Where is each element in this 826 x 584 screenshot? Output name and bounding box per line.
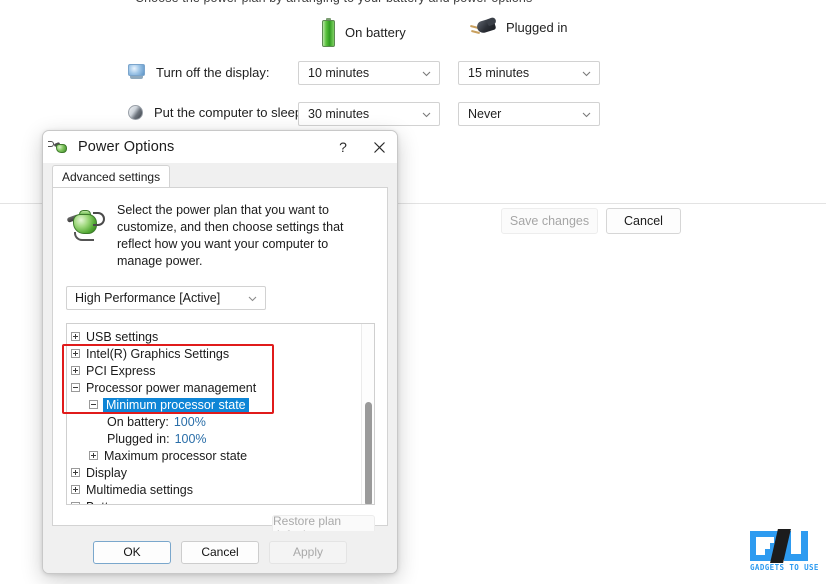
battery-icon (322, 18, 335, 47)
column-header-on-battery-label: On battery (345, 25, 406, 40)
tree-node-pci-express[interactable]: PCI Express (71, 362, 361, 379)
tree-node-value[interactable]: 100% (174, 415, 206, 429)
dialog-cancel-button[interactable]: Cancel (181, 541, 259, 564)
select-turn-off-display-on-battery[interactable]: 10 minutes (298, 61, 440, 85)
select-turn-off-display-plugged-in-value: 15 minutes (468, 66, 580, 80)
select-turn-off-display-on-battery-value: 10 minutes (308, 66, 420, 80)
dialog-footer: OK Cancel Apply (43, 531, 397, 573)
select-sleep-on-battery[interactable]: 30 minutes (298, 102, 440, 126)
dialog-intro: Select the power plan that you want to c… (53, 188, 387, 270)
tab-advanced-settings[interactable]: Advanced settings (52, 165, 170, 187)
tree-node-processor-power-management[interactable]: Processor power management (71, 379, 361, 396)
plug-icon (470, 18, 496, 36)
tree-node-label: Display (86, 466, 127, 480)
ok-button[interactable]: OK (93, 541, 171, 564)
tree-node-label: Maximum processor state (104, 449, 247, 463)
column-header-plugged-in: Plugged in (470, 18, 567, 36)
power-plan-icon (67, 204, 105, 242)
tree-node-min-state-on-battery[interactable]: On battery: 100% (71, 413, 361, 430)
tree-node-label: USB settings (86, 330, 158, 344)
tree-node-label: On battery: (107, 415, 169, 429)
select-turn-off-display-plugged-in[interactable]: 15 minutes (458, 61, 600, 85)
dialog-title-bar: Power Options ? (43, 131, 397, 163)
row-label-put-computer-to-sleep-text: Put the computer to sleep: (154, 105, 306, 120)
dialog-tab-strip: Advanced settings (43, 163, 397, 187)
chevron-down-icon (580, 67, 593, 80)
tree-node-label: Plugged in: (107, 432, 170, 446)
row-label-turn-off-display-text: Turn off the display: (156, 65, 269, 80)
select-sleep-plugged-in-value: Never (468, 107, 580, 121)
select-power-plan[interactable]: High Performance [Active] (66, 286, 266, 310)
tree-node-battery[interactable]: Battery (71, 498, 361, 505)
save-changes-button[interactable]: Save changes (501, 208, 598, 234)
watermark: GADGETS TO USE (750, 531, 816, 575)
apply-button[interactable]: Apply (269, 541, 347, 564)
collapse-icon[interactable] (71, 383, 80, 392)
chevron-down-icon (246, 292, 259, 305)
row-label-turn-off-display: Turn off the display: (128, 64, 269, 80)
dialog-content-panel: Select the power plan that you want to c… (52, 187, 388, 526)
tree-node-label: Battery (86, 500, 126, 506)
chevron-down-icon (580, 108, 593, 121)
tree-node-value[interactable]: 100% (175, 432, 207, 446)
gadgets-to-use-logo-icon (750, 531, 812, 561)
display-icon (128, 64, 145, 80)
column-header-on-battery: On battery (322, 18, 406, 47)
help-icon[interactable]: ? (325, 131, 361, 163)
row-label-put-computer-to-sleep: Put the computer to sleep: (128, 105, 306, 120)
tree-node-label: Multimedia settings (86, 483, 193, 497)
power-options-dialog: Power Options ? Advanced settings Select… (42, 130, 398, 574)
tree-scrollbar[interactable] (361, 324, 374, 504)
tree-node-list: USB settings Intel(R) Graphics Settings … (67, 324, 361, 504)
expand-icon[interactable] (71, 366, 80, 375)
dialog-intro-text: Select the power plan that you want to c… (117, 202, 373, 270)
advanced-settings-tree[interactable]: USB settings Intel(R) Graphics Settings … (66, 323, 375, 505)
expand-icon[interactable] (71, 502, 80, 505)
tree-node-min-state-plugged-in[interactable]: Plugged in: 100% (71, 430, 361, 447)
tree-node-display[interactable]: Display (71, 464, 361, 481)
expand-icon[interactable] (71, 468, 80, 477)
close-icon[interactable] (361, 131, 397, 163)
watermark-text: GADGETS TO USE (750, 563, 816, 572)
chevron-down-icon (420, 108, 433, 121)
expand-icon[interactable] (71, 485, 80, 494)
tree-scrollbar-thumb[interactable] (365, 402, 372, 505)
tree-node-label: Processor power management (86, 381, 256, 395)
column-header-plugged-in-label: Plugged in (506, 20, 567, 35)
expand-icon[interactable] (71, 332, 80, 341)
tree-node-label: PCI Express (86, 364, 155, 378)
expand-icon[interactable] (89, 451, 98, 460)
tree-node-label-selected: Minimum processor state (103, 398, 249, 412)
tree-node-multimedia-settings[interactable]: Multimedia settings (71, 481, 361, 498)
select-power-plan-value: High Performance [Active] (75, 291, 246, 305)
expand-icon[interactable] (71, 349, 80, 358)
page-intro-text: Choose the power plan by arranging to yo… (135, 0, 532, 5)
select-sleep-plugged-in[interactable]: Never (458, 102, 600, 126)
tree-node-maximum-processor-state[interactable]: Maximum processor state (71, 447, 361, 464)
tree-node-label: Intel(R) Graphics Settings (86, 347, 229, 361)
select-sleep-on-battery-value: 30 minutes (308, 107, 420, 121)
cancel-button[interactable]: Cancel (606, 208, 681, 234)
tree-node-intel-graphics-settings[interactable]: Intel(R) Graphics Settings (71, 345, 361, 362)
collapse-icon[interactable] (89, 400, 98, 409)
power-plan-icon (54, 139, 70, 155)
dialog-title: Power Options (78, 139, 174, 155)
tree-node-usb-settings[interactable]: USB settings (71, 328, 361, 345)
moon-icon (128, 105, 143, 120)
chevron-down-icon (420, 67, 433, 80)
title-bar-buttons: ? (325, 131, 397, 163)
tree-node-minimum-processor-state[interactable]: Minimum processor state (71, 396, 361, 413)
